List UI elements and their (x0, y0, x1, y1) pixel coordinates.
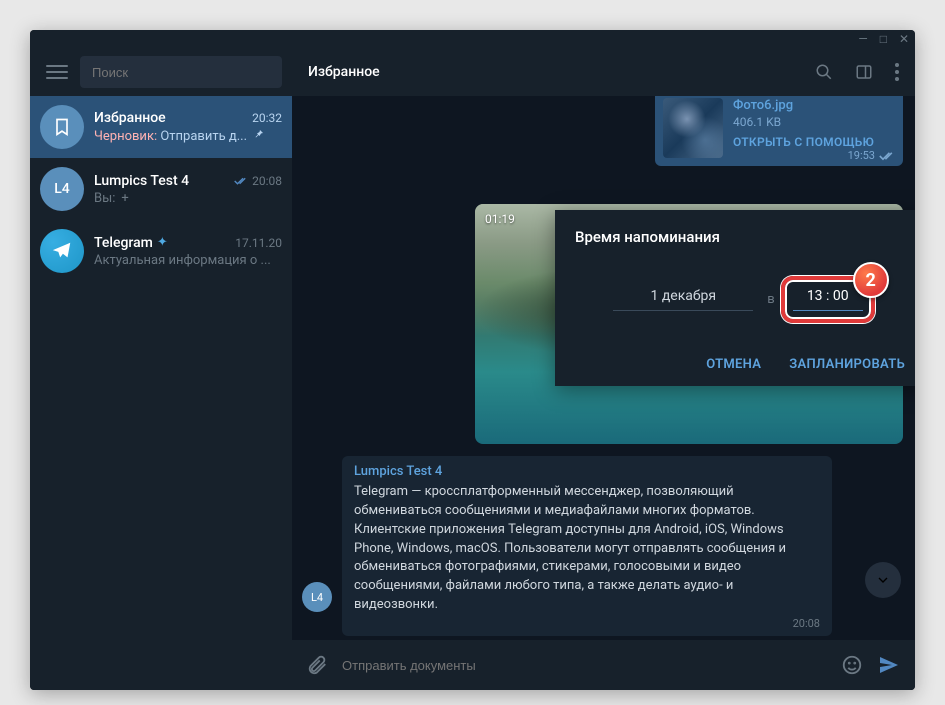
chat-name: Telegram ✦ (94, 235, 168, 251)
schedule-button[interactable]: ЗАПЛАНИРОВАТЬ (789, 357, 905, 372)
app-window: — □ ✕ Избранное 20:32 (30, 30, 915, 690)
chat-time: 20:08 (234, 174, 282, 188)
time-field[interactable]: 13 : 00 (793, 288, 863, 311)
close-button[interactable]: ✕ (899, 33, 909, 45)
time-field-wrap: 13 : 00 2 (789, 282, 867, 317)
more-icon[interactable] (895, 63, 899, 81)
attach-icon[interactable] (306, 654, 328, 676)
sidebar-toggle-icon[interactable] (855, 63, 873, 81)
read-ticks-icon (879, 151, 895, 161)
avatar: L4 (40, 167, 84, 211)
menu-button[interactable] (46, 65, 68, 79)
reminder-dialog: Время напоминания 1 декабря в 13 : 00 2 … (555, 210, 915, 386)
chat-preview-prefix: Вы: (94, 191, 115, 206)
titlebar: — □ ✕ (30, 30, 915, 48)
search-wrap[interactable] (80, 56, 282, 88)
message-text: Telegram — кроссплатформенный мессенджер… (354, 483, 820, 615)
message-time: 20:08 (354, 617, 820, 630)
header-actions (815, 63, 899, 81)
search-input[interactable] (92, 65, 270, 80)
file-thumbnail (663, 98, 723, 158)
message-meta: 19:53 (848, 149, 895, 162)
chat-preview: + (121, 191, 128, 206)
chat-title: Избранное (308, 64, 380, 80)
content-area: Избранное Фото6.jpg 406.1 KB ОТКРЫТЬ С П… (292, 48, 915, 690)
compose-bar (292, 640, 915, 690)
sidebar-header (30, 48, 292, 96)
chat-preview: Актуальная информация о ... (94, 253, 282, 268)
emoji-icon[interactable] (841, 654, 863, 676)
date-field[interactable]: 1 декабря (613, 288, 753, 311)
forward-from: Lumpics Test 4 (354, 464, 820, 479)
verified-icon: ✦ (157, 235, 168, 250)
chat-list: Избранное 20:32 Черновик: Отправить д...… (30, 96, 292, 690)
maximize-button[interactable]: □ (880, 33, 887, 45)
chat-item-telegram[interactable]: Telegram ✦ 17.11.20 Актуальная информаци… (30, 220, 292, 282)
cancel-button[interactable]: ОТМЕНА (706, 357, 761, 372)
bookmark-icon (40, 105, 84, 149)
chat-time: 20:32 (252, 111, 282, 125)
file-message[interactable]: Фото6.jpg 406.1 KB ОТКРЫТЬ С ПОМОЩЬЮ 19:… (655, 96, 903, 166)
content-header: Избранное (292, 48, 915, 96)
chat-item-saved[interactable]: Избранное 20:32 Черновик: Отправить д... (30, 96, 292, 158)
dialog-title: Время напоминания (575, 228, 905, 246)
file-size: 406.1 KB (733, 115, 895, 129)
draft-label: Черновик: (94, 129, 157, 144)
read-ticks-icon (234, 176, 248, 186)
forwarded-message[interactable]: Lumpics Test 4 Telegram — кроссплатформе… (342, 456, 832, 636)
chat-name: Избранное (94, 110, 166, 126)
avatar: L4 (302, 582, 332, 612)
at-label: в (767, 292, 774, 307)
file-name: Фото6.jpg (733, 98, 895, 113)
send-button[interactable] (877, 653, 901, 677)
chat-name: Lumpics Test 4 (94, 173, 189, 189)
pin-icon (253, 128, 265, 144)
chat-preview: Отправить д... (160, 129, 247, 144)
search-icon[interactable] (815, 63, 833, 81)
scroll-down-button[interactable] (865, 562, 901, 598)
minimize-button[interactable]: — (858, 33, 867, 45)
message-input[interactable] (342, 658, 827, 673)
main-area: Избранное 20:32 Черновик: Отправить д...… (30, 48, 915, 690)
video-duration: 01:19 (485, 212, 515, 226)
chat-time: 17.11.20 (235, 236, 282, 250)
sidebar: Избранное 20:32 Черновик: Отправить д...… (30, 48, 292, 690)
telegram-icon (40, 229, 84, 273)
chevron-down-icon (875, 572, 891, 588)
chat-item-lumpics[interactable]: L4 Lumpics Test 4 20:08 Вы: + (30, 158, 292, 220)
open-with-button[interactable]: ОТКРЫТЬ С ПОМОЩЬЮ (733, 135, 895, 149)
step-badge: 2 (853, 262, 889, 298)
